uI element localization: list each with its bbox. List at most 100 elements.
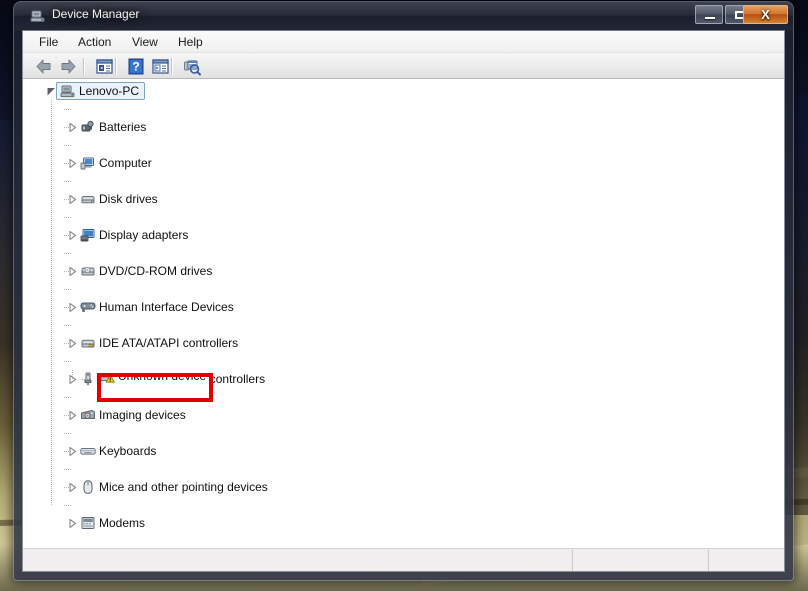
dvd-drive-icon: [80, 263, 96, 279]
tree-item-label: Human Interface Devices: [97, 298, 236, 316]
tree-item-label: Batteries: [97, 118, 148, 136]
tree-item-label: Disk drives: [97, 190, 160, 208]
menu-file[interactable]: File: [32, 34, 65, 51]
window-titlebar[interactable]: Device Manager X: [14, 2, 793, 30]
tree-item-label: Keyboards: [97, 442, 158, 460]
ide-controller-icon: [80, 335, 96, 351]
tree-connector-stub: [64, 451, 72, 452]
help-button[interactable]: ?: [125, 56, 147, 77]
tree-connector-stub: [64, 415, 72, 416]
tree-item-human-interface-devices[interactable]: Human Interface Devices: [23, 298, 784, 316]
tree-connector-stub: [64, 199, 72, 200]
tree-row-root[interactable]: Lenovo-PC: [23, 82, 784, 100]
keyboard-icon: [80, 443, 96, 459]
menu-view[interactable]: View: [125, 34, 165, 51]
tree-connector-stub: [64, 253, 72, 254]
tree-item-label: Imaging devices: [97, 406, 188, 424]
status-divider-1: [572, 550, 573, 571]
tree-label-root: Lenovo-PC: [77, 82, 141, 100]
mouse-icon: [80, 479, 96, 495]
tree-connector-stub: [64, 325, 72, 326]
tree-item-label: Display adapters: [97, 226, 190, 244]
tree-connector-stub: [64, 163, 72, 164]
tree-connector-stub: [64, 271, 72, 272]
unknown-device-highlight-annotation: Unknown device: [97, 373, 213, 402]
tree-item-label: Unknown device: [116, 377, 208, 385]
tree-item-disk-drives[interactable]: Disk drives: [23, 190, 784, 208]
tree-item-batteries[interactable]: Batteries: [23, 118, 784, 136]
device-manager-icon: [30, 8, 46, 24]
scan-hardware-icon: [180, 56, 202, 77]
tree-item-ide-ata-atapi-controllers[interactable]: IDE ATA/ATAPI controllers: [23, 334, 784, 352]
camera-icon: [80, 407, 96, 423]
battery-icon: [80, 119, 96, 135]
close-glyph: X: [744, 7, 787, 22]
minimize-button[interactable]: [695, 5, 723, 24]
expander-expanded-icon[interactable]: [47, 87, 56, 96]
menu-action[interactable]: Action: [71, 34, 118, 51]
disk-drive-icon: [80, 191, 96, 207]
tree-item-computer[interactable]: Computer: [23, 154, 784, 172]
back-button[interactable]: [33, 56, 55, 77]
tree-connector-stub: [64, 181, 72, 182]
device-tree-pane[interactable]: Lenovo-PC Batteries Computer Disk drives Dis…: [23, 79, 784, 547]
tree-connector-stub: [64, 505, 72, 506]
tree-item-mice-and-other-pointing-devices[interactable]: Mice and other pointing devices: [23, 478, 784, 496]
status-divider-2: [708, 550, 709, 571]
expander-collapsed-icon[interactable]: [68, 519, 77, 528]
toolbar-separator-2: [115, 58, 117, 75]
computer-icon: [60, 83, 76, 99]
forward-arrow-icon: [57, 56, 79, 77]
scan-hardware-button[interactable]: [180, 56, 202, 77]
close-button[interactable]: X: [743, 5, 788, 24]
back-arrow-icon: [33, 56, 55, 77]
tree-item-label: Mice and other pointing devices: [97, 478, 270, 496]
tree-item-modems[interactable]: Modems: [23, 514, 784, 532]
window-client-area: File Action View Help: [22, 30, 785, 572]
tree-connector-rail: [51, 100, 52, 505]
help-question-icon: ?: [125, 56, 147, 77]
properties-icon: [149, 56, 171, 77]
modem-icon: [80, 515, 96, 531]
display-adapter-icon: [80, 227, 96, 243]
tree-item-label: IDE ATA/ATAPI controllers: [97, 334, 240, 352]
device-manager-window: Device Manager X File Action View Help: [14, 2, 793, 580]
tree-item-display-adapters[interactable]: Display adapters: [23, 226, 784, 244]
tree-connector-stub: [64, 217, 72, 218]
highlight-inner: Unknown device: [101, 377, 209, 398]
menu-bar: File Action View Help: [23, 31, 784, 53]
tree-item-label: Modems: [97, 514, 147, 532]
tree-item-imaging-devices[interactable]: Imaging devices: [23, 406, 784, 424]
tree-item-dvd-cd-rom-drives[interactable]: DVD/CD-ROM drives: [23, 262, 784, 280]
console-tree-icon: [93, 56, 115, 77]
toolbar-separator-1: [83, 58, 85, 75]
device-tree: Lenovo-PC Batteries Computer Disk drives Dis…: [23, 82, 784, 514]
menu-help[interactable]: Help: [171, 34, 210, 51]
tree-connector-stub: [64, 289, 72, 290]
tree-connector-stub: [64, 361, 72, 362]
tree-connector-stub: [64, 487, 72, 488]
computer-small-icon: [80, 155, 96, 171]
tree-connector-stub: [64, 127, 72, 128]
svg-text:?: ?: [132, 60, 139, 74]
tree-connector-rail-child: [72, 370, 73, 379]
tree-item-label: Computer: [97, 154, 154, 172]
toolbar-separator-3: [171, 58, 173, 75]
toolbar: ?: [23, 53, 784, 79]
unknown-device-icon: [101, 377, 115, 384]
tree-connector-stub: [64, 307, 72, 308]
forward-button[interactable]: [57, 56, 79, 77]
tree-connector-stub: [64, 235, 72, 236]
window-title: Device Manager: [52, 7, 139, 21]
show-hide-tree-button[interactable]: [93, 56, 115, 77]
tree-connector-stub: [64, 145, 72, 146]
tree-connector-stub: [82, 379, 90, 380]
tree-connector-stub: [64, 343, 72, 344]
properties-button[interactable]: [149, 56, 171, 77]
status-bar: [23, 548, 784, 571]
tree-connector-stub: [64, 397, 72, 398]
tree-item-unknown-device[interactable]: Unknown device: [101, 377, 209, 385]
tree-item-label: DVD/CD-ROM drives: [97, 262, 214, 280]
tree-item-keyboards[interactable]: Keyboards: [23, 442, 784, 460]
tree-connector-stub: [64, 469, 72, 470]
